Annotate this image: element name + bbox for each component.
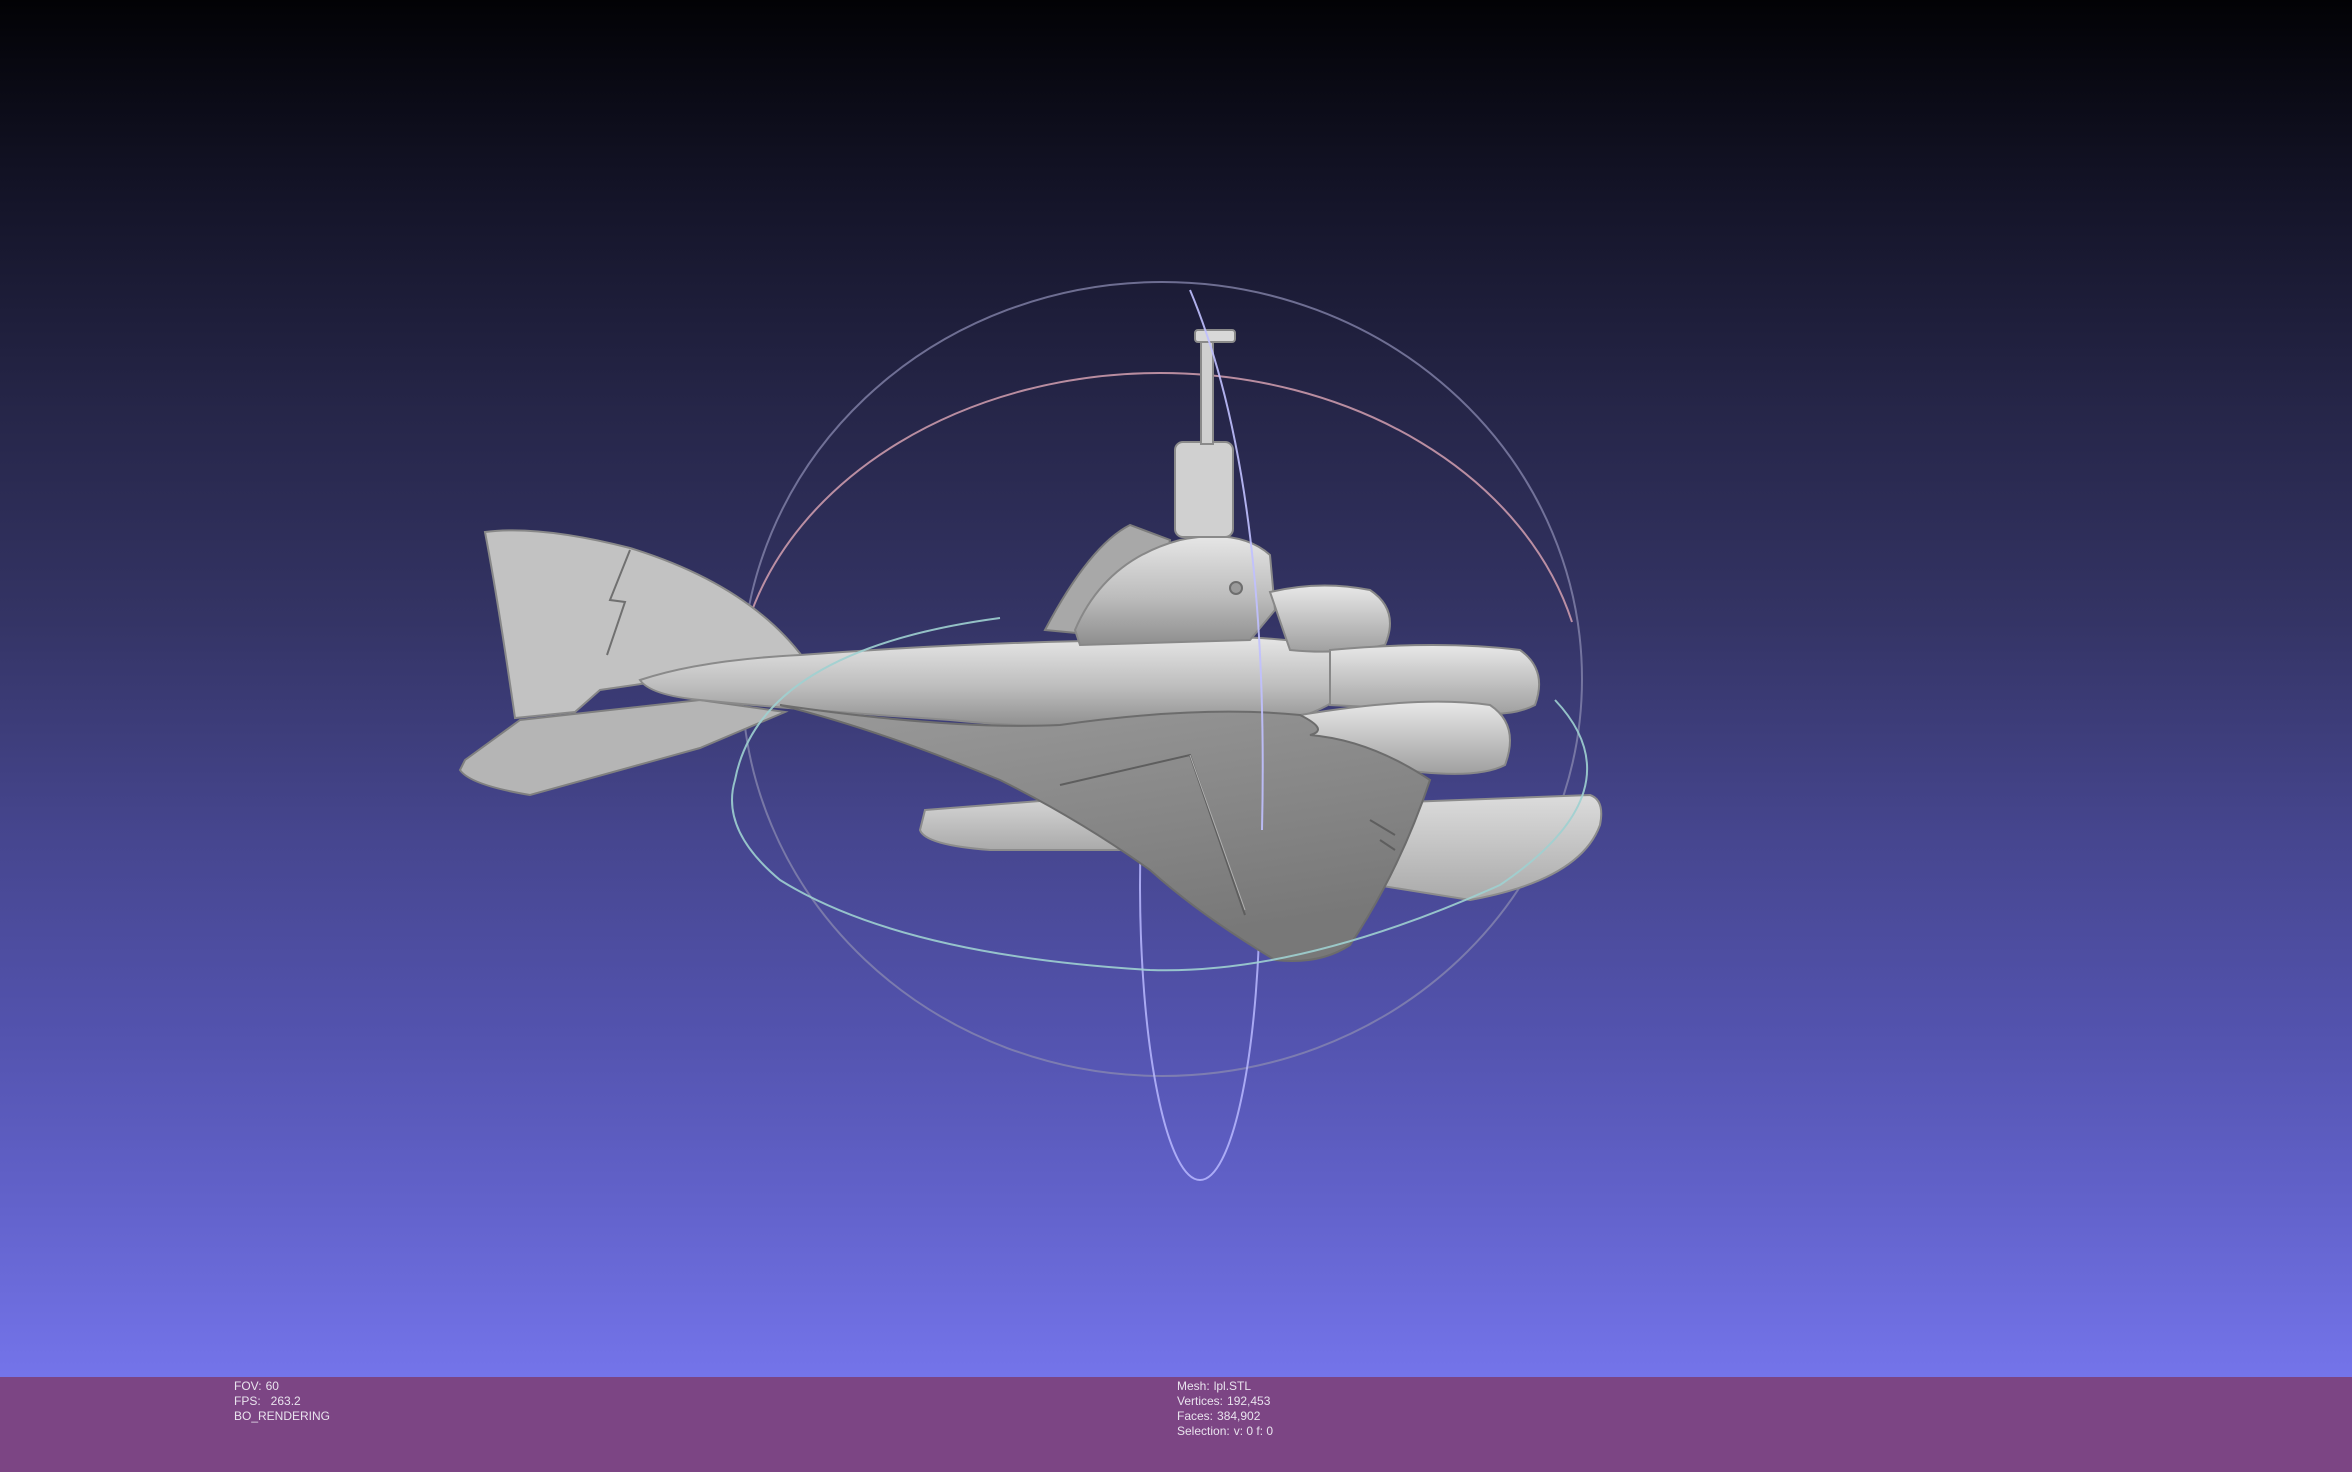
- fps-readout: FPS: 263.2: [234, 1394, 330, 1409]
- mesh-model[interactable]: [458, 329, 1603, 962]
- faces-label: Faces:: [1177, 1409, 1214, 1423]
- faces-value: 384,902: [1217, 1409, 1261, 1423]
- porthole: [1229, 581, 1243, 595]
- tail-plane[interactable]: [458, 698, 789, 797]
- periscope-base[interactable]: [1174, 441, 1234, 538]
- vertices-value: 192,453: [1227, 1394, 1271, 1408]
- faces-readout: Faces: 384,902: [1177, 1409, 1273, 1424]
- periscope-mast[interactable]: [1200, 339, 1214, 445]
- 3d-viewport[interactable]: [0, 0, 2352, 1377]
- fps-label: FPS:: [234, 1394, 261, 1408]
- fov-label: FOV:: [234, 1379, 262, 1393]
- viewport-canvas[interactable]: [0, 0, 2352, 1377]
- mesh-value: lpl.STL: [1213, 1379, 1252, 1393]
- mesh-info: Mesh: lpl.STL Vertices: 192,453 Faces: 384,…: [1177, 1379, 1273, 1439]
- mesh-readout: Mesh: lpl.STL: [1177, 1379, 1273, 1394]
- selection-value: v: 0 f: 0: [1233, 1424, 1274, 1438]
- vertices-label: Vertices:: [1177, 1394, 1224, 1408]
- meshlab-window: FOV: 60 FPS: 263.2 BO_RENDERING Mesh: lpl.S…: [0, 0, 2352, 1472]
- engine-pod-upper[interactable]: [1268, 584, 1391, 653]
- selection-label: Selection:: [1177, 1424, 1230, 1438]
- fov-value: 60: [265, 1379, 279, 1393]
- vertices-readout: Vertices: 192,453: [1177, 1394, 1273, 1409]
- main-wing[interactable]: [779, 704, 1432, 962]
- selection-readout: Selection: v: 0 f: 0: [1177, 1424, 1273, 1439]
- periscope-head[interactable]: [1194, 329, 1236, 343]
- mesh-label: Mesh:: [1177, 1379, 1210, 1393]
- status-bar: FOV: 60 FPS: 263.2 BO_RENDERING Mesh: lpl.S…: [0, 1377, 2352, 1472]
- render-info: FOV: 60 FPS: 263.2 BO_RENDERING: [234, 1379, 330, 1424]
- fov-readout: FOV: 60: [234, 1379, 330, 1394]
- render-mode: BO_RENDERING: [234, 1409, 331, 1423]
- fps-value: 263.2: [270, 1394, 301, 1408]
